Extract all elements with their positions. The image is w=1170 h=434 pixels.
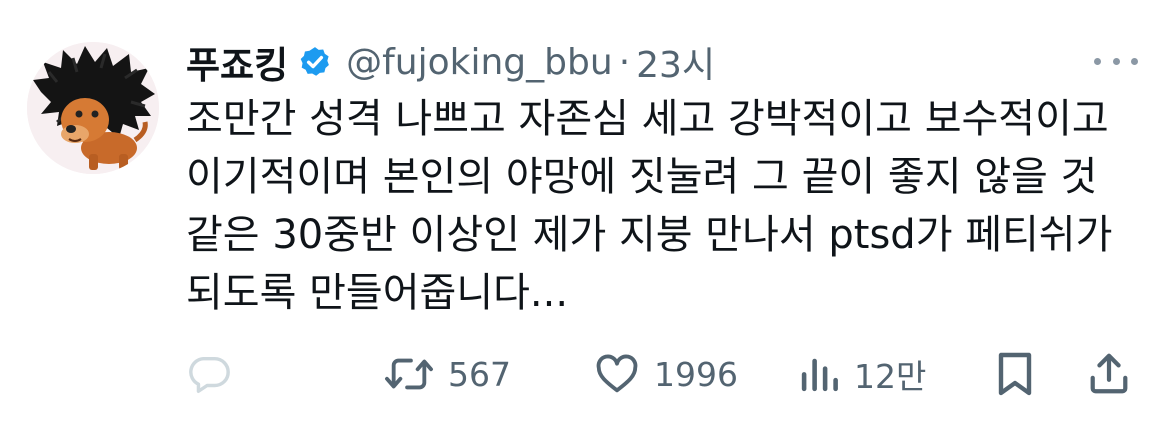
views-button[interactable]: 12만	[798, 344, 926, 404]
bookmark-button[interactable]	[994, 344, 1036, 404]
tweet-text-line: 같은 30중반 이상인 제가 지붕 만나서 ptsd가 페티쉬가	[186, 212, 1113, 258]
retweet-count: 567	[448, 354, 511, 394]
verified-badge-icon	[298, 45, 332, 79]
retweet-icon	[385, 358, 433, 390]
reply-button[interactable]	[186, 344, 232, 404]
views-icon	[801, 358, 838, 392]
like-icon	[596, 354, 638, 393]
action-bar: 567 1996 12만	[186, 344, 1146, 404]
bookmark-icon	[998, 352, 1032, 396]
share-button[interactable]	[1086, 344, 1132, 404]
tweet-header: 푸죠킹 @fujoking_bbu · 23시	[186, 35, 715, 89]
tweet-text-line: 이기적이며 본인의 야망에 짓눌려 그 끝이 좋지 않을 것	[186, 154, 1098, 200]
tweet-text-line: 되도록 만들어줍니다...	[186, 270, 569, 316]
share-icon	[1090, 353, 1128, 394]
like-count: 1996	[654, 354, 738, 394]
views-count: 12만	[854, 357, 927, 396]
avatar[interactable]	[27, 42, 159, 174]
user-handle[interactable]: @fujoking_bbu	[346, 42, 613, 83]
more-dot	[1112, 57, 1120, 65]
tweet-text-line: 조만간 성격 나쁘고 자존심 세고 강박적이고 보수적이고	[186, 96, 1109, 142]
separator-dot: ·	[618, 41, 631, 83]
retweet-button[interactable]: 567	[384, 344, 511, 404]
like-button[interactable]: 1996	[594, 344, 738, 404]
tweet[interactable]: 푸죠킹 @fujoking_bbu · 23시 조만간 성격 나쁘고 자존심 세…	[0, 0, 1170, 434]
display-name[interactable]: 푸죠킹	[186, 35, 288, 89]
more-dot	[1094, 57, 1101, 65]
avatar-image	[27, 42, 159, 174]
more-dot	[1131, 57, 1138, 65]
timestamp[interactable]: 23시	[636, 36, 715, 88]
tweet-text: 조만간 성격 나쁘고 자존심 세고 강박적이고 보수적이고 이기적이며 본인의 …	[186, 90, 1146, 322]
reply-icon	[189, 356, 230, 393]
more-icon[interactable]	[1094, 46, 1138, 76]
